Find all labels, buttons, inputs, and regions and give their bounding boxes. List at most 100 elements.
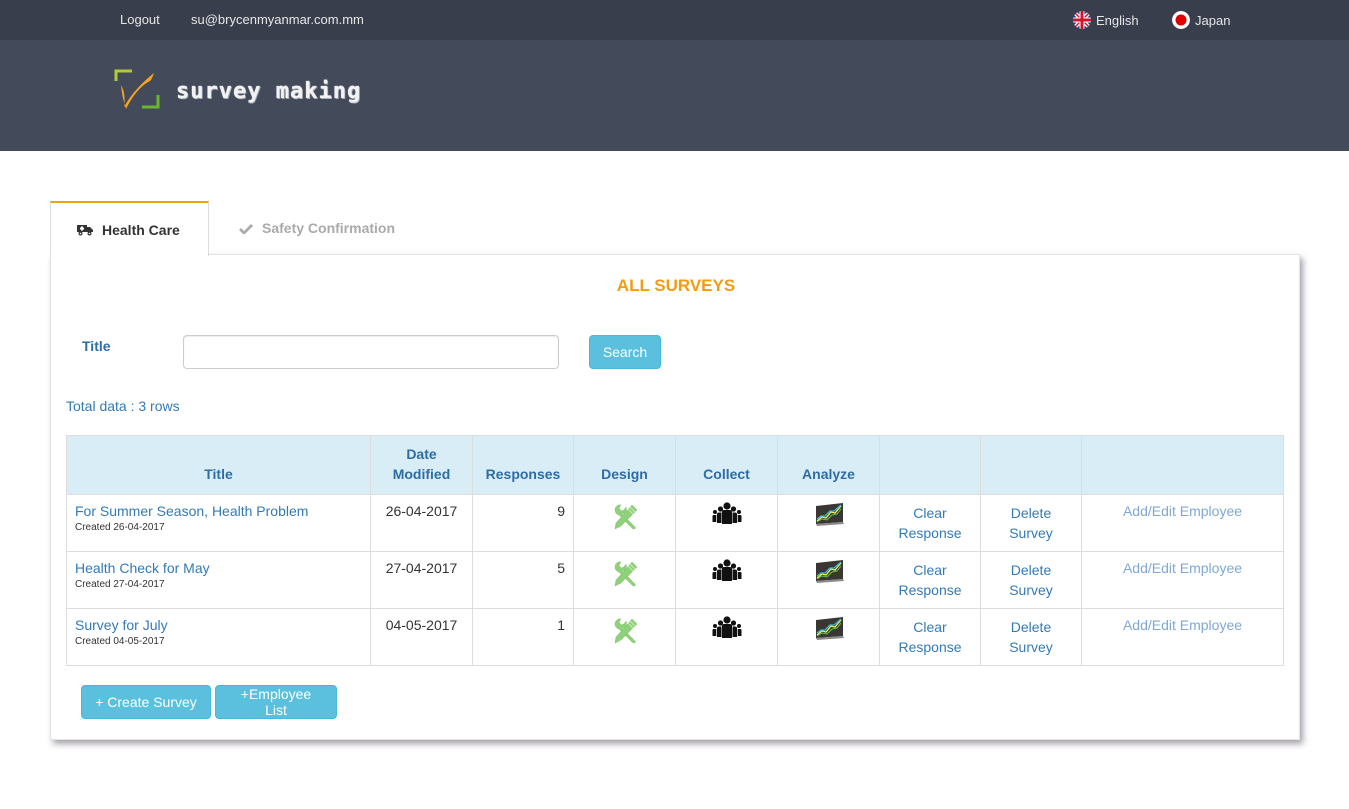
tools-icon[interactable] bbox=[610, 502, 640, 535]
survey-title-link[interactable]: For Summer Season, Health Problem bbox=[75, 503, 362, 520]
responses-count: 5 bbox=[557, 560, 565, 576]
cell-employee: Add/Edit Employee bbox=[1081, 608, 1284, 666]
app-logo[interactable]: survey making bbox=[114, 69, 361, 114]
clear-line2: Response bbox=[898, 525, 962, 541]
language-english[interactable]: English bbox=[1073, 11, 1139, 29]
cell-analyze bbox=[777, 494, 880, 552]
delete-line2: Survey bbox=[1009, 525, 1053, 541]
cell-collect bbox=[675, 608, 778, 666]
cell-clear-response: Clear Response bbox=[879, 608, 981, 666]
clear-response-link[interactable]: Clear Response bbox=[898, 505, 961, 541]
date-modified: 04-05-2017 bbox=[385, 617, 458, 633]
language-japan[interactable]: Japan bbox=[1172, 11, 1230, 29]
total-rows-text: Total data : 3 rows bbox=[66, 398, 180, 414]
cell-title: For Summer Season, Health Problem Create… bbox=[66, 494, 371, 552]
cell-date-modified: 26-04-2017 bbox=[370, 494, 473, 552]
table-row: For Summer Season, Health Problem Create… bbox=[66, 494, 1284, 552]
col-delete bbox=[980, 435, 1082, 495]
table-row: Survey for July Created 04-05-2017 04-05… bbox=[66, 608, 1284, 666]
delete-line1: Delete bbox=[1010, 505, 1052, 521]
cell-employee: Add/Edit Employee bbox=[1081, 494, 1284, 552]
delete-line2: Survey bbox=[1009, 639, 1053, 655]
delete-line1: Delete bbox=[1010, 619, 1052, 635]
chart-icon[interactable] bbox=[813, 559, 845, 588]
chart-icon[interactable] bbox=[813, 616, 845, 645]
cell-responses: 1 bbox=[472, 608, 574, 666]
tab-label: Safety Confirmation bbox=[262, 220, 396, 236]
created-date: Created 27-04-2017 bbox=[75, 579, 165, 590]
chart-icon[interactable] bbox=[813, 502, 845, 531]
uk-flag-icon bbox=[1073, 11, 1091, 29]
tab-safety-confirmation[interactable]: Safety Confirmation bbox=[209, 201, 409, 255]
col-employee bbox=[1081, 435, 1284, 495]
survey-title-link[interactable]: Survey for July bbox=[75, 617, 362, 634]
search-title-label: Title bbox=[82, 338, 111, 354]
col-collect: Collect bbox=[675, 435, 778, 495]
cell-responses: 9 bbox=[472, 494, 574, 552]
delete-line2: Survey bbox=[1009, 582, 1053, 598]
delete-survey-link[interactable]: Delete Survey bbox=[1009, 619, 1053, 655]
language-label: Japan bbox=[1195, 12, 1231, 28]
clear-response-link[interactable]: Clear Response bbox=[898, 619, 961, 655]
group-icon[interactable] bbox=[711, 502, 743, 529]
language-label: English bbox=[1096, 12, 1139, 28]
add-edit-employee-link[interactable]: Add/Edit Employee bbox=[1123, 617, 1242, 633]
clear-line2: Response bbox=[898, 582, 962, 598]
group-icon[interactable] bbox=[711, 559, 743, 586]
bottom-actions: + Create Survey +Employee List bbox=[81, 685, 341, 719]
check-icon bbox=[239, 223, 253, 234]
survey-title-link[interactable]: Health Check for May bbox=[75, 560, 362, 577]
group-icon[interactable] bbox=[711, 616, 743, 643]
cell-design bbox=[573, 494, 676, 552]
col-responses: Responses bbox=[472, 435, 574, 495]
cell-delete-survey: Delete Survey bbox=[980, 551, 1082, 609]
clear-line1: Clear bbox=[913, 505, 947, 521]
col-design: Design bbox=[573, 435, 676, 495]
cell-delete-survey: Delete Survey bbox=[980, 494, 1082, 552]
tools-icon[interactable] bbox=[610, 559, 640, 592]
search-button[interactable]: Search bbox=[589, 335, 661, 369]
clear-line1: Clear bbox=[913, 619, 947, 635]
cell-design bbox=[573, 608, 676, 666]
delete-survey-link[interactable]: Delete Survey bbox=[1009, 505, 1053, 541]
cell-delete-survey: Delete Survey bbox=[980, 608, 1082, 666]
top-bar: Logout su@brycenmyanmar.com.mm English J… bbox=[0, 0, 1349, 40]
table-row: Health Check for May Created 27-04-2017 … bbox=[66, 551, 1284, 609]
page-title: ALL SURVEYS bbox=[616, 276, 736, 295]
cell-clear-response: Clear Response bbox=[879, 551, 981, 609]
create-survey-button[interactable]: + Create Survey bbox=[81, 685, 211, 719]
created-date: Created 04-05-2017 bbox=[75, 636, 165, 647]
tools-icon[interactable] bbox=[610, 616, 640, 649]
add-edit-employee-link[interactable]: Add/Edit Employee bbox=[1123, 560, 1242, 576]
clear-line1: Clear bbox=[913, 562, 947, 578]
clear-response-link[interactable]: Clear Response bbox=[898, 562, 961, 598]
ambulance-icon bbox=[77, 223, 93, 236]
employee-list-button[interactable]: +Employee List bbox=[215, 685, 337, 719]
logout-link[interactable]: Logout bbox=[120, 12, 160, 27]
col-date-modified: Date Modified bbox=[370, 435, 473, 495]
cell-employee: Add/Edit Employee bbox=[1081, 551, 1284, 609]
date-modified: 26-04-2017 bbox=[385, 503, 458, 519]
user-email: su@brycenmyanmar.com.mm bbox=[191, 12, 364, 27]
category-tabs: Health Care Safety Confirmation bbox=[50, 201, 409, 256]
col-clear bbox=[879, 435, 981, 495]
col-date-line2: Modified bbox=[392, 466, 451, 482]
tab-health-care[interactable]: Health Care bbox=[50, 201, 209, 256]
checkmark-logo-icon bbox=[114, 69, 162, 114]
date-modified: 27-04-2017 bbox=[385, 560, 458, 576]
cell-title: Health Check for May Created 27-04-2017 bbox=[66, 551, 371, 609]
add-edit-employee-link[interactable]: Add/Edit Employee bbox=[1123, 503, 1242, 519]
cell-date-modified: 27-04-2017 bbox=[370, 551, 473, 609]
clear-line2: Response bbox=[898, 639, 962, 655]
delete-survey-link[interactable]: Delete Survey bbox=[1009, 562, 1053, 598]
cell-responses: 5 bbox=[472, 551, 574, 609]
responses-count: 1 bbox=[557, 617, 565, 633]
surveys-table: Title Date Modified Responses Design Col… bbox=[66, 435, 1284, 666]
cell-collect bbox=[675, 551, 778, 609]
search-title-input[interactable] bbox=[183, 335, 559, 369]
responses-count: 9 bbox=[557, 503, 565, 519]
logo-text: survey making bbox=[176, 79, 362, 104]
tab-label: Health Care bbox=[102, 221, 180, 238]
col-analyze: Analyze bbox=[777, 435, 880, 495]
delete-line1: Delete bbox=[1010, 562, 1052, 578]
